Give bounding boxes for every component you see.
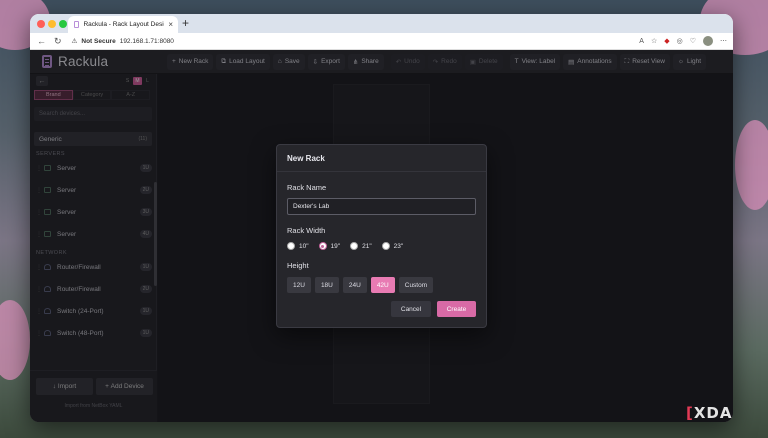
back-arrow-icon[interactable]: ← <box>37 36 46 46</box>
url-text: 192.168.1.71:8080 <box>119 37 174 45</box>
width-option-23[interactable]: 23" <box>381 242 404 250</box>
warning-icon: ⚠ <box>71 38 78 45</box>
xda-watermark: [XDA <box>686 404 732 422</box>
url-field[interactable]: ⚠ Not Secure 192.168.1.71:8080 <box>71 37 174 46</box>
rackula-app: Rackula + New Rack ⧉ Load Layout ⌂ Save ⇩ Ex… <box>30 50 733 422</box>
height-options: 12U 18U 24U 42U Custom <box>287 277 486 293</box>
radio-button[interactable] <box>381 242 390 250</box>
height-42u-button[interactable]: 42U <box>370 277 395 293</box>
reload-icon[interactable]: ↻ <box>54 36 62 47</box>
height-24u-button[interactable]: 24U <box>342 277 367 293</box>
width-option-10[interactable]: 10" <box>287 242 309 250</box>
menu-dots-icon[interactable]: ⋯ <box>720 37 727 45</box>
watermark-bracket: [ <box>686 404 694 422</box>
rack-name-label: Rack Name <box>287 183 327 192</box>
minimize-window-button[interactable] <box>48 20 56 28</box>
background-blossom <box>735 120 768 210</box>
downloads-icon[interactable]: ♡ <box>690 37 696 45</box>
browser-tab[interactable]: Rackula - Rack Layout Designer × <box>68 16 178 33</box>
background-blossom <box>0 300 30 380</box>
width-option-21[interactable]: 21" <box>350 242 372 250</box>
height-12u-button[interactable]: 12U <box>287 277 311 293</box>
rack-width-label: Rack Width <box>287 226 326 235</box>
rack-width-options: 10" 19" 21" 23" <box>287 242 486 250</box>
translate-icon[interactable]: A <box>639 38 644 45</box>
dialog-actions: Cancel Create <box>391 301 476 317</box>
dialog-title: New Rack <box>277 145 486 172</box>
radio-button[interactable] <box>350 242 359 250</box>
create-button[interactable]: Create <box>437 301 476 317</box>
height-18u-button[interactable]: 18U <box>314 277 339 293</box>
width-label: 10" <box>299 242 309 250</box>
profile-avatar[interactable] <box>703 36 713 46</box>
address-bar: ← ↻ ⚠ Not Secure 192.168.1.71:8080 A ☆ ◆… <box>30 33 733 50</box>
new-tab-button[interactable]: + <box>182 16 189 30</box>
radio-button[interactable] <box>287 242 295 250</box>
tab-title: Rackula - Rack Layout Designer <box>83 21 164 28</box>
width-label: 23" <box>393 242 404 250</box>
width-label: 19" <box>330 242 341 250</box>
security-status: Not Secure <box>81 37 116 45</box>
bookmark-star-icon[interactable]: ☆ <box>651 37 657 45</box>
height-custom-button[interactable]: Custom <box>398 277 434 293</box>
extension-icon[interactable]: ◎ <box>677 37 683 45</box>
cancel-button[interactable]: Cancel <box>391 301 431 317</box>
tab-close-icon[interactable]: × <box>168 20 173 29</box>
browser-window: Rackula - Rack Layout Designer × + ← ↻ ⚠… <box>30 14 733 422</box>
width-option-19[interactable]: 19" <box>318 242 341 250</box>
browser-actions: A ☆ ◆ ◎ ♡ ⋯ <box>639 36 727 46</box>
zoom-window-button[interactable] <box>59 20 67 28</box>
rack-name-input[interactable]: Dexter's Lab <box>287 198 476 215</box>
shield-extension-icon[interactable]: ◆ <box>664 37 669 45</box>
watermark-text: XDA <box>693 404 733 422</box>
close-window-button[interactable] <box>37 20 45 28</box>
radio-button[interactable] <box>318 242 327 250</box>
tab-bar: Rackula - Rack Layout Designer × + <box>30 14 733 33</box>
width-label: 21" <box>362 242 372 250</box>
new-rack-dialog: New Rack Rack Name Dexter's Lab Rack Wid… <box>276 144 487 328</box>
tab-favicon-icon <box>74 21 80 28</box>
height-label: Height <box>287 261 309 270</box>
